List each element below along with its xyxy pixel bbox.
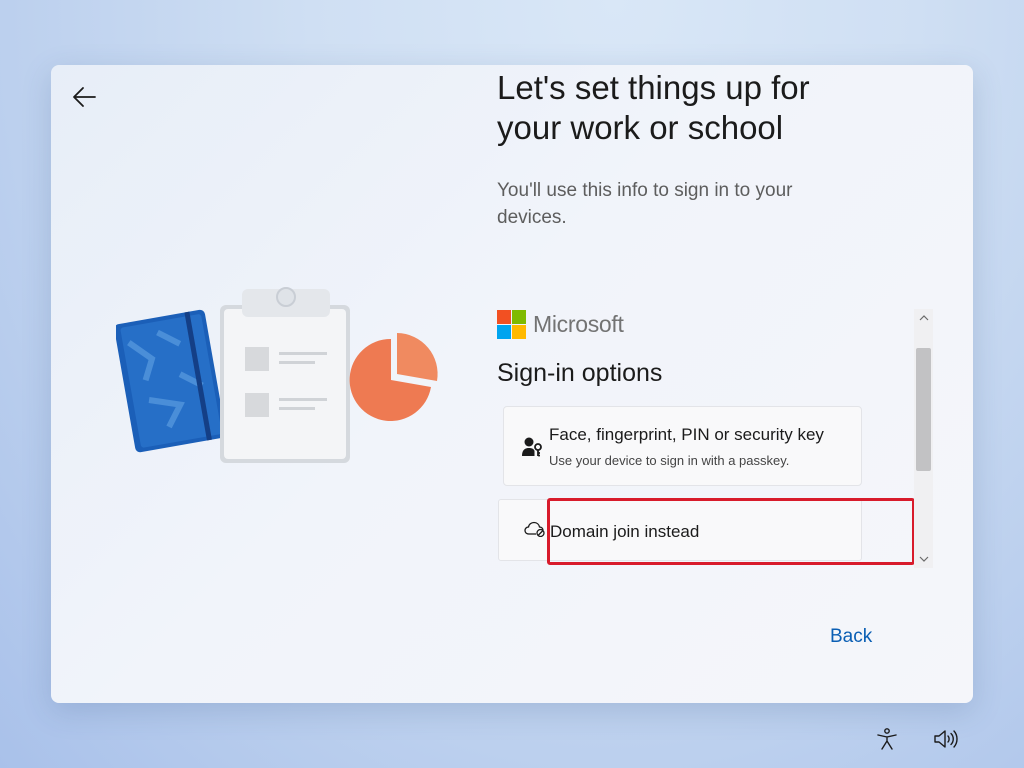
domain-join-option[interactable]: Domain join instead xyxy=(498,499,862,561)
microsoft-wordmark: Microsoft xyxy=(533,311,624,337)
back-arrow-button[interactable] xyxy=(69,83,99,111)
accessibility-icon xyxy=(877,728,897,750)
passkey-option[interactable]: Face, fingerprint, PIN or security key U… xyxy=(503,406,862,486)
passkey-option-description: Use your device to sign in with a passke… xyxy=(549,453,790,468)
signin-options-heading: Sign-in options xyxy=(497,359,663,387)
volume-icon xyxy=(934,730,958,748)
volume-button[interactable] xyxy=(932,725,960,753)
scroll-up-button[interactable] xyxy=(914,309,933,327)
accessibility-button[interactable] xyxy=(873,725,901,753)
options-scrollbar[interactable] xyxy=(914,309,933,568)
signin-options-pane: Microsoft Sign-in options Face, fingerpr… xyxy=(495,309,863,568)
chevron-down-icon xyxy=(919,556,928,562)
work-school-illustration xyxy=(116,287,438,463)
cloud-blocked-icon xyxy=(524,521,545,537)
back-button[interactable]: Back xyxy=(830,626,872,648)
passkey-option-title: Face, fingerprint, PIN or security key xyxy=(549,425,824,444)
chevron-up-icon xyxy=(919,315,928,321)
page-subtitle: You'll use this info to sign in to your … xyxy=(497,180,793,228)
page-title: Let's set things up for your work or sch… xyxy=(497,69,810,146)
microsoft-brand: Microsoft xyxy=(497,310,624,339)
back-arrow-icon xyxy=(73,87,96,107)
scroll-down-button[interactable] xyxy=(914,550,933,568)
domain-join-label: Domain join instead xyxy=(550,522,700,541)
microsoft-logo-icon xyxy=(497,310,526,339)
scrollbar-thumb[interactable] xyxy=(916,348,931,471)
person-key-icon xyxy=(522,437,542,457)
